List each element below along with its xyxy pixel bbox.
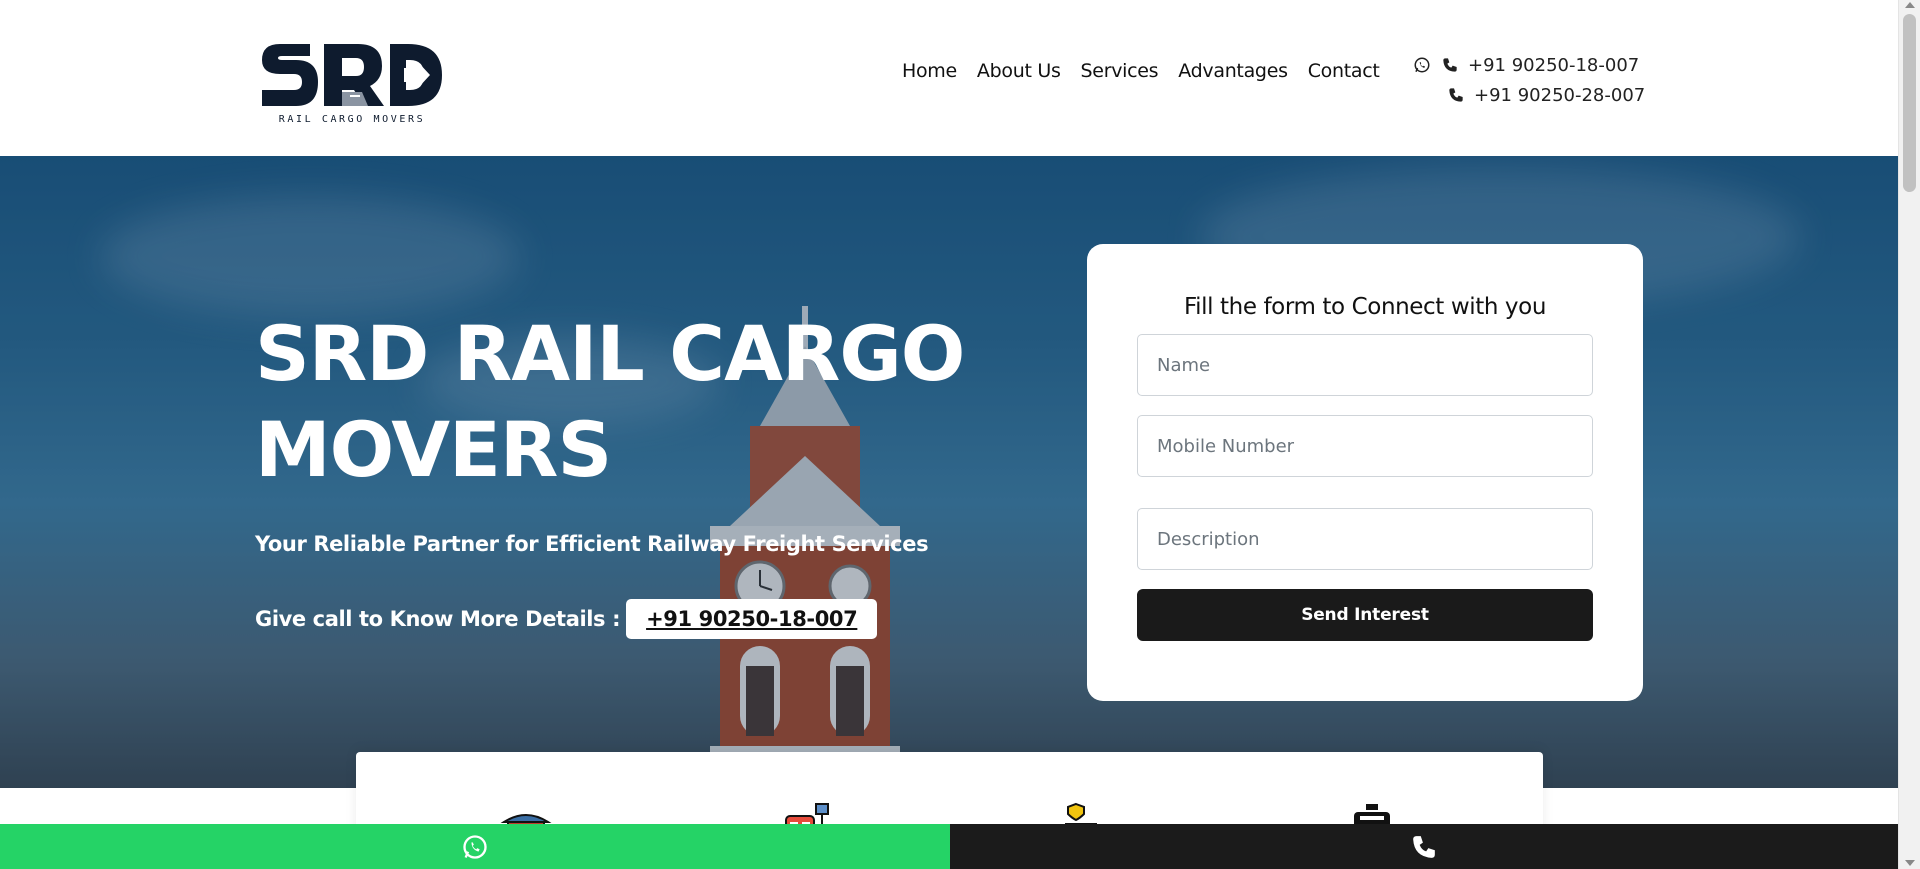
- form-title: Fill the form to Connect with you: [1183, 294, 1546, 320]
- logo[interactable]: RAIL CARGO MOVERS: [258, 36, 446, 130]
- site-header: RAIL CARGO MOVERS Home About Us Services…: [0, 0, 1898, 156]
- scroll-down-arrow-icon[interactable]: [1905, 860, 1915, 866]
- whatsapp-icon: [463, 834, 487, 859]
- scroll-up-arrow-icon[interactable]: [1905, 2, 1915, 8]
- phone-icon[interactable]: [1440, 55, 1460, 75]
- name-field[interactable]: [1137, 334, 1593, 396]
- nav-contact[interactable]: Contact: [1308, 60, 1380, 82]
- whatsapp-icon[interactable]: [1412, 55, 1432, 75]
- call-number-button[interactable]: +91 90250-18-007: [626, 599, 878, 639]
- hero-subtitle: Your Reliable Partner for Efficient Rail…: [255, 532, 929, 556]
- hero-title: SRD RAIL CARGO MOVERS: [255, 309, 965, 494]
- header-contact: +91 90250-18-007 +91 90250-28-007: [1412, 50, 1645, 110]
- nav-about-us[interactable]: About Us: [977, 60, 1061, 82]
- phone-icon: [1413, 835, 1435, 858]
- send-interest-button[interactable]: Send Interest: [1137, 589, 1593, 641]
- srd-logo-mark: [262, 44, 442, 106]
- nav-advantages[interactable]: Advantages: [1178, 60, 1288, 82]
- description-field[interactable]: [1137, 508, 1593, 570]
- bottom-action-bar: [0, 824, 1898, 869]
- scrollbar-thumb[interactable]: [1903, 14, 1916, 192]
- phone-icon[interactable]: [1446, 85, 1466, 105]
- call-label: Give call to Know More Details :: [255, 607, 621, 631]
- call-now-button[interactable]: [950, 824, 1898, 869]
- phone-number[interactable]: +91 90250-28-007: [1474, 85, 1645, 106]
- hero-call-row: Give call to Know More Details : +91 902…: [255, 599, 878, 639]
- mobile-number-field[interactable]: [1137, 415, 1593, 477]
- contact-form-card: Fill the form to Connect with you Send I…: [1087, 244, 1643, 701]
- nav-home[interactable]: Home: [902, 60, 957, 82]
- whatsapp-number[interactable]: +91 90250-18-007: [1468, 55, 1639, 76]
- logo-subtitle: RAIL CARGO MOVERS: [278, 114, 426, 125]
- whatsapp-chat-button[interactable]: [0, 824, 950, 869]
- main-nav: Home About Us Services Advantages Contac…: [902, 60, 1380, 82]
- page-scrollbar[interactable]: [1898, 0, 1920, 869]
- nav-services[interactable]: Services: [1081, 60, 1159, 82]
